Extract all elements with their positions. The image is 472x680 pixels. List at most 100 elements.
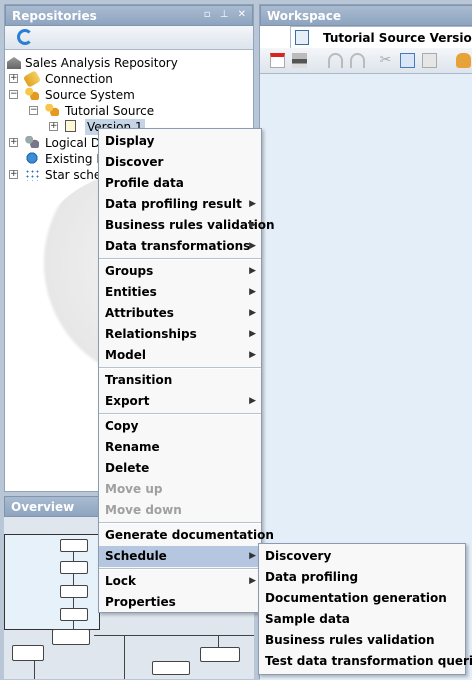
- menu-item-delete[interactable]: Delete: [99, 458, 261, 479]
- menu-item-label: Export: [105, 394, 150, 408]
- existing-data-icon: [25, 152, 39, 164]
- menu-item-label: Discover: [105, 155, 164, 169]
- submenu-arrow-icon: ▶: [249, 220, 256, 230]
- submenu-arrow-icon: ▶: [249, 576, 256, 586]
- source-system-icon: [25, 88, 39, 100]
- redo-icon[interactable]: [350, 53, 365, 68]
- hand-tool-icon[interactable]: [456, 53, 471, 68]
- menu-item-properties[interactable]: Properties: [99, 592, 261, 613]
- menu-item-generate-documentation[interactable]: Generate documentation: [99, 525, 274, 546]
- submenu-arrow-icon: ▶: [249, 308, 256, 318]
- menu-item-label: Lock: [105, 574, 136, 588]
- submenu-item-business-rules-validation[interactable]: Business rules validation: [259, 630, 465, 651]
- submenu-arrow-icon: ▶: [249, 551, 256, 561]
- menu-item-label: Rename: [105, 440, 160, 454]
- menu-item-display[interactable]: Display: [99, 131, 261, 152]
- menu-item-label: Profile data: [105, 176, 184, 190]
- print-icon[interactable]: [292, 53, 307, 68]
- expand-icon[interactable]: +: [9, 170, 18, 179]
- menu-separator: [99, 568, 261, 570]
- menu-item-label: Transition: [105, 373, 173, 387]
- menu-separator: [99, 258, 261, 260]
- menu-item-label: Data profiling result: [105, 197, 242, 211]
- menu-item-label: Move up: [105, 482, 163, 496]
- menu-item-label: Generate documentation: [105, 528, 274, 542]
- submenu-item-label: Documentation generation: [265, 591, 447, 605]
- panel-controls[interactable]: ▫ ⊥ ✕: [204, 9, 249, 20]
- expand-icon[interactable]: +: [49, 122, 58, 131]
- menu-item-move-down: Move down: [99, 500, 261, 521]
- menu-item-export[interactable]: Export ▶: [99, 391, 261, 412]
- menu-item-label: Properties: [105, 595, 176, 609]
- tab-label: Tutorial Source Version 1 Di: [323, 31, 472, 45]
- star-schema-icon: [25, 169, 39, 181]
- overview-edge: [73, 598, 74, 608]
- submenu-item-discovery[interactable]: Discovery: [259, 546, 465, 567]
- submenu-item-label: Data profiling: [265, 570, 359, 584]
- overview-node: [60, 561, 88, 574]
- version-icon: [65, 120, 76, 132]
- menu-item-data-transformations[interactable]: Data transformations ▶: [99, 236, 261, 257]
- menu-item-label: Relationships: [105, 327, 197, 341]
- menu-item-groups[interactable]: Groups ▶: [99, 261, 261, 282]
- menu-item-transition[interactable]: Transition: [99, 370, 261, 391]
- menu-item-lock[interactable]: Lock ▶: [99, 571, 261, 592]
- menu-separator: [99, 367, 261, 369]
- submenu-item-test-data-transformation-queries[interactable]: Test data transformation queries: [259, 651, 472, 672]
- expand-icon[interactable]: +: [9, 74, 18, 83]
- menu-item-label: Move down: [105, 503, 182, 517]
- refresh-icon[interactable]: [17, 29, 33, 45]
- collapse-icon[interactable]: −: [9, 90, 18, 99]
- menu-item-label: Data transformations: [105, 239, 251, 253]
- overview-edge: [73, 574, 74, 585]
- menu-item-label: Copy: [105, 419, 139, 433]
- expand-icon[interactable]: +: [9, 138, 18, 147]
- submenu-item-label: Test data transformation queries: [265, 654, 472, 668]
- paste-icon[interactable]: [422, 53, 437, 68]
- menu-item-label: Entities: [105, 285, 157, 299]
- overview-node: [60, 585, 88, 598]
- tree-node-label: Tutorial Source: [65, 104, 155, 118]
- submenu-item-documentation-generation[interactable]: Documentation generation: [259, 588, 465, 609]
- repository-icon: [7, 57, 21, 69]
- submenu-item-sample-data[interactable]: Sample data: [259, 609, 465, 630]
- submenu-arrow-icon: ▶: [249, 350, 256, 360]
- overview-node: [60, 608, 88, 621]
- collapse-icon[interactable]: −: [29, 106, 38, 115]
- menu-item-data-profiling-result[interactable]: Data profiling result ▶: [99, 194, 261, 215]
- tree-node-label: Connection: [45, 72, 113, 86]
- submenu-arrow-icon: ▶: [249, 199, 256, 209]
- tab-tutorial-source-version-1[interactable]: Tutorial Source Version 1 Di: [290, 26, 472, 48]
- pdf-icon[interactable]: [270, 53, 285, 68]
- connection-icon: [22, 70, 42, 88]
- overview-node: [60, 539, 88, 552]
- schedule-submenu: Discovery Data profiling Documentation gen…: [258, 543, 472, 675]
- menu-item-attributes[interactable]: Attributes ▶: [99, 303, 261, 324]
- workspace-title: Workspace: [260, 5, 472, 26]
- submenu-item-data-profiling[interactable]: Data profiling: [259, 567, 465, 588]
- menu-item-schedule[interactable]: Schedule ▶: [99, 546, 261, 567]
- menu-item-copy[interactable]: Copy: [99, 416, 261, 437]
- undo-icon[interactable]: [328, 53, 343, 68]
- menu-item-label: Groups: [105, 264, 154, 278]
- logical-data-icon: [25, 136, 39, 148]
- submenu-arrow-icon: ▶: [249, 287, 256, 297]
- tree-node-label: Star sche: [45, 168, 102, 182]
- menu-item-label: Model: [105, 348, 147, 362]
- copy-icon[interactable]: [400, 53, 415, 68]
- menu-item-business-rules-validation[interactable]: Business rules validation ▶: [99, 215, 275, 236]
- menu-item-model[interactable]: Model ▶: [99, 345, 261, 366]
- cut-icon[interactable]: ✂: [378, 53, 393, 68]
- diagram-icon: [295, 30, 309, 45]
- overview-edge: [73, 552, 74, 561]
- menu-separator: [99, 522, 261, 524]
- submenu-arrow-icon: ▶: [249, 329, 256, 339]
- overview-edge: [218, 635, 219, 647]
- menu-item-entities[interactable]: Entities ▶: [99, 282, 261, 303]
- source-icon: [45, 104, 59, 116]
- menu-item-profile-data[interactable]: Profile data: [99, 173, 261, 194]
- menu-item-relationships[interactable]: Relationships ▶: [99, 324, 261, 345]
- menu-item-discover[interactable]: Discover: [99, 152, 261, 173]
- submenu-arrow-icon: ▶: [249, 241, 256, 251]
- menu-item-rename[interactable]: Rename: [99, 437, 261, 458]
